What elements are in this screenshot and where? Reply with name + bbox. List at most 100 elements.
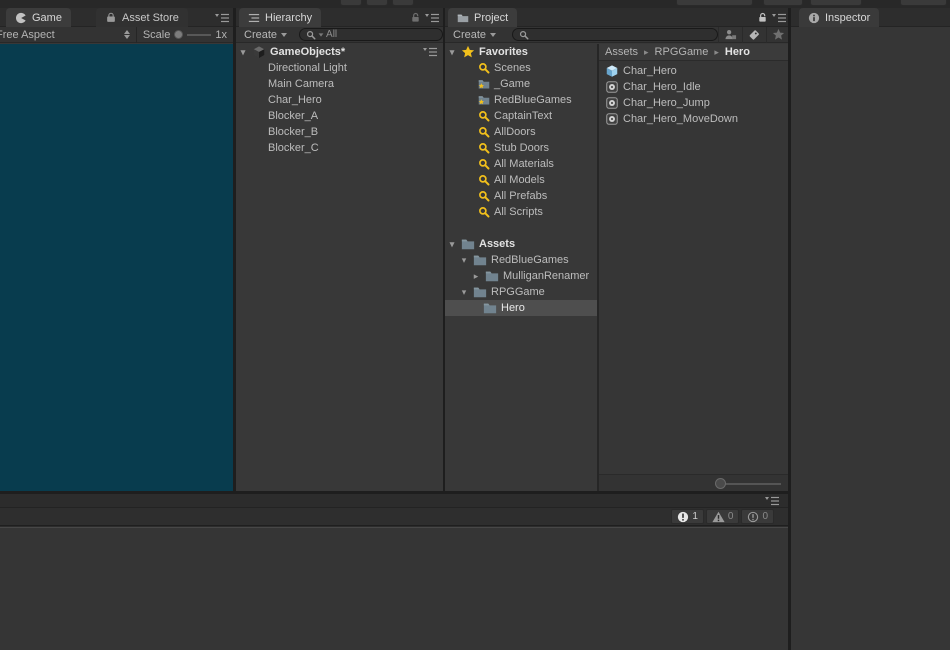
toolbar-button[interactable] (763, 0, 803, 6)
folder-icon (461, 237, 475, 251)
search-by-type-button[interactable] (719, 28, 742, 41)
favorite-item[interactable]: Stub Doors (445, 140, 597, 156)
tab-hierarchy[interactable]: Hierarchy (239, 8, 321, 27)
hierarchy-item[interactable]: Char_Hero (236, 92, 443, 108)
game-viewport[interactable] (0, 44, 233, 491)
favorites-header-label: Favorites (479, 46, 528, 58)
foldout-open-icon[interactable]: ▾ (238, 47, 248, 58)
scene-header-row[interactable]: ▾ GameObjects* (236, 44, 443, 60)
scene-menu-icon[interactable] (422, 47, 438, 57)
console-toolbar: 1 0 0 (0, 507, 788, 526)
inspector-info-icon (808, 12, 820, 24)
toolbar-dropdown[interactable] (676, 0, 753, 6)
favorites-header-row[interactable]: ▾ Favorites (445, 44, 597, 60)
tab-project[interactable]: Project (448, 8, 517, 27)
hierarchy-lock-icon[interactable] (410, 12, 421, 23)
animation-clip-icon (605, 112, 619, 126)
hierarchy-item[interactable]: Directional Light (236, 60, 443, 76)
layout-dropdown[interactable] (900, 0, 947, 6)
scale-slider-track[interactable] (187, 34, 211, 36)
project-lock-icon[interactable] (757, 12, 768, 23)
folder-icon (483, 301, 497, 315)
aspect-dropdown[interactable]: Free Aspect (0, 29, 55, 41)
favorite-item[interactable]: Scenes (445, 60, 597, 76)
hierarchy-item[interactable]: Blocker_C (236, 140, 443, 156)
asset-file-row[interactable]: Char_Hero_Jump (599, 95, 790, 111)
prefab-cube-icon (605, 64, 619, 78)
game-panel-menu-icon[interactable] (214, 13, 230, 23)
game-tabstrip: Game Asset Store (0, 8, 233, 27)
play-button[interactable] (340, 0, 362, 6)
scale-label: Scale (143, 29, 171, 41)
favorite-item[interactable]: All Models (445, 172, 597, 188)
hierarchy-item[interactable]: Blocker_B (236, 124, 443, 140)
search-icon (519, 30, 529, 40)
icon-size-slider-knob[interactable] (715, 478, 726, 489)
tab-inspector[interactable]: Inspector (799, 8, 879, 27)
hierarchy-search-input[interactable]: All (299, 28, 443, 41)
scale-value: 1x (215, 29, 227, 41)
error-count-toggle[interactable]: 1 (671, 509, 704, 524)
create-caret-icon (490, 33, 496, 37)
saved-search-icon (478, 190, 490, 202)
favorite-item[interactable]: AllDoors (445, 124, 597, 140)
breadcrumb-assets[interactable]: Assets (605, 46, 638, 58)
favorite-item[interactable]: RedBlueGames (445, 92, 597, 108)
hierarchy-item[interactable]: Main Camera (236, 76, 443, 92)
favorite-item[interactable]: All Materials (445, 156, 597, 172)
hierarchy-item-label: Directional Light (268, 62, 347, 74)
warning-count-toggle[interactable]: 0 (706, 509, 740, 524)
breadcrumb-hero[interactable]: Hero (725, 46, 750, 58)
foldout-open-icon[interactable]: ▾ (459, 287, 469, 298)
asset-file-row[interactable]: Char_Hero_Idle (599, 79, 790, 95)
layers-dropdown[interactable] (810, 0, 862, 6)
saved-search-icon (478, 158, 490, 170)
folder-row[interactable]: ▾ RPGGame (445, 284, 597, 300)
scale-slider-knob[interactable] (174, 30, 183, 39)
asset-file-label: Char_Hero_Jump (623, 97, 710, 109)
folder-row-selected[interactable]: Hero (445, 300, 597, 316)
folder-icon (473, 285, 487, 299)
favorite-item-label: _Game (494, 78, 530, 90)
breadcrumb: Assets ▸ RPGGame ▸ Hero (599, 44, 790, 61)
foldout-open-icon[interactable]: ▾ (459, 255, 469, 266)
folder-row[interactable]: ▸ MulliganRenamer (445, 268, 597, 284)
tab-hierarchy-label: Hierarchy (265, 12, 312, 24)
assets-root-row[interactable]: ▾ Assets (445, 236, 597, 252)
step-button[interactable] (392, 0, 414, 6)
tab-asset-store[interactable]: Asset Store (96, 8, 188, 27)
search-favorites-button[interactable] (767, 28, 790, 41)
saved-search-icon (478, 142, 490, 154)
hierarchy-create-button[interactable]: Create (236, 29, 295, 41)
asset-file-row[interactable]: Char_Hero (599, 63, 790, 79)
foldout-closed-icon[interactable]: ▸ (471, 271, 481, 282)
search-filter-caret-icon[interactable] (319, 33, 324, 36)
favorite-item[interactable]: All Prefabs (445, 188, 597, 204)
favorite-item[interactable]: All Scripts (445, 204, 597, 220)
foldout-open-icon[interactable]: ▾ (447, 239, 457, 250)
search-by-label-button[interactable] (743, 28, 766, 41)
project-panel-menu-icon[interactable] (771, 13, 787, 23)
hierarchy-panel-menu-icon[interactable] (424, 13, 440, 23)
icon-size-slider-track[interactable] (721, 483, 781, 485)
asset-file-row[interactable]: Char_Hero_MoveDown (599, 111, 790, 127)
folder-row[interactable]: ▾ RedBlueGames (445, 252, 597, 268)
pause-button[interactable] (366, 0, 388, 6)
project-create-button[interactable]: Create (445, 29, 504, 41)
tab-inspector-label: Inspector (825, 12, 870, 24)
star-icon (772, 28, 785, 41)
info-count-toggle[interactable]: 0 (741, 509, 774, 524)
project-search-input[interactable] (512, 28, 718, 41)
breadcrumb-rpggame[interactable]: RPGGame (655, 46, 709, 58)
hierarchy-item[interactable]: Blocker_A (236, 108, 443, 124)
foldout-open-icon[interactable]: ▾ (447, 47, 457, 58)
unity-scene-icon (252, 45, 266, 59)
aspect-dropdown-arrows-icon[interactable] (124, 30, 130, 39)
game-panel: Game Asset Store Free Aspect Scale 1x (0, 8, 233, 491)
favorite-item[interactable]: CaptainText (445, 108, 597, 124)
tab-game[interactable]: Game (6, 8, 71, 27)
animation-clip-icon (605, 80, 619, 94)
favorite-item[interactable]: _Game (445, 76, 597, 92)
console-panel-menu-icon[interactable] (764, 496, 780, 506)
console-log-area[interactable] (0, 527, 788, 650)
